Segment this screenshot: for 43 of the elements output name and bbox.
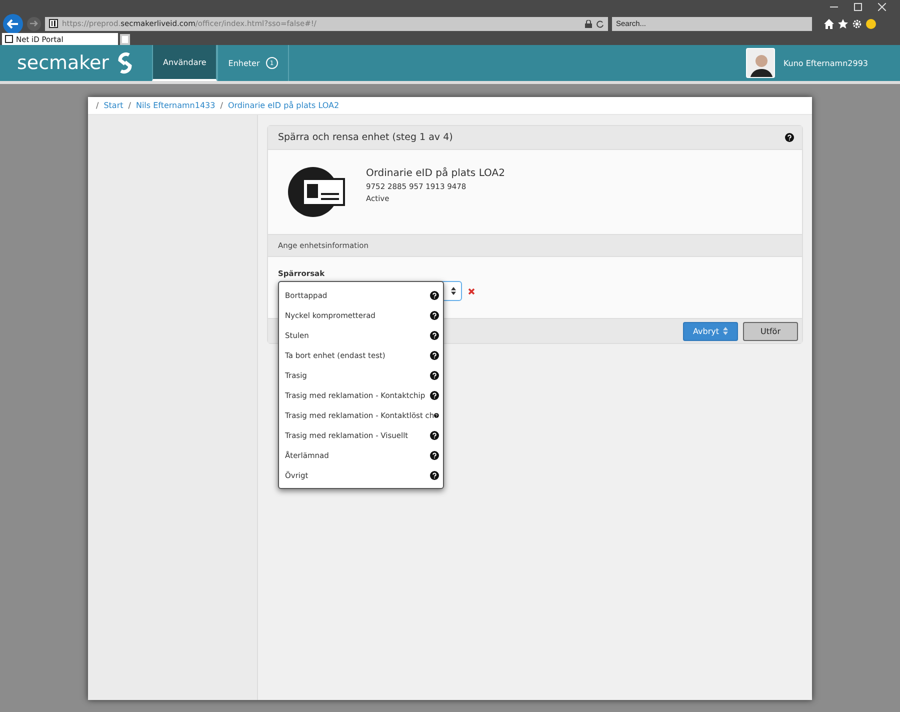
maximize-icon[interactable] [854,3,862,11]
help-icon[interactable] [430,470,439,480]
help-icon[interactable] [434,410,439,420]
logo-icon [115,52,135,74]
sort-icon [451,287,456,295]
breadcrumb-link[interactable]: Ordinarie eID på plats LOA2 [228,101,340,110]
forward-button[interactable] [27,16,41,30]
close-icon[interactable] [878,3,886,11]
breadcrumb-link[interactable]: Start [104,101,124,110]
sort-icon [722,327,728,335]
help-icon[interactable] [430,370,439,380]
refresh-icon[interactable] [596,20,604,28]
help-icon[interactable] [430,350,439,360]
home-icon[interactable] [824,18,834,28]
clear-icon[interactable] [468,288,475,294]
submit-button[interactable]: Utför [743,322,798,340]
help-icon[interactable] [430,290,439,300]
lock-icon [585,20,592,28]
logo-text: secmaker [16,52,109,74]
site-icon [5,35,13,43]
separator: / [96,101,99,110]
arrow-left-icon [7,18,19,28]
user-name[interactable]: Kuno Efternamn2993 [783,58,868,68]
arrow-right-icon [30,20,38,27]
breadcrumb-link[interactable]: Nils Efternamn1433 [136,101,216,110]
separator: / [220,101,223,110]
help-icon[interactable] [430,390,439,400]
help-icon[interactable] [430,330,439,340]
cancel-button[interactable]: Avbryt [683,322,738,340]
avatar [746,48,776,78]
site-icon [49,19,58,28]
settings-icon[interactable] [852,18,862,28]
help-icon[interactable] [430,430,439,440]
back-button[interactable] [3,14,23,34]
id-card-icon [288,167,346,217]
separator: / [128,101,131,110]
device-name: Ordinarie eID på plats LOA2 [366,168,505,178]
star-icon[interactable] [838,18,848,28]
nav-tab[interactable]: Användare [152,45,218,81]
help-icon[interactable] [430,450,439,460]
panel-title: Spärra och rensa enhet (steg 1 av 4) [278,132,453,143]
help-icon[interactable] [430,310,439,320]
help-icon[interactable] [785,133,794,142]
